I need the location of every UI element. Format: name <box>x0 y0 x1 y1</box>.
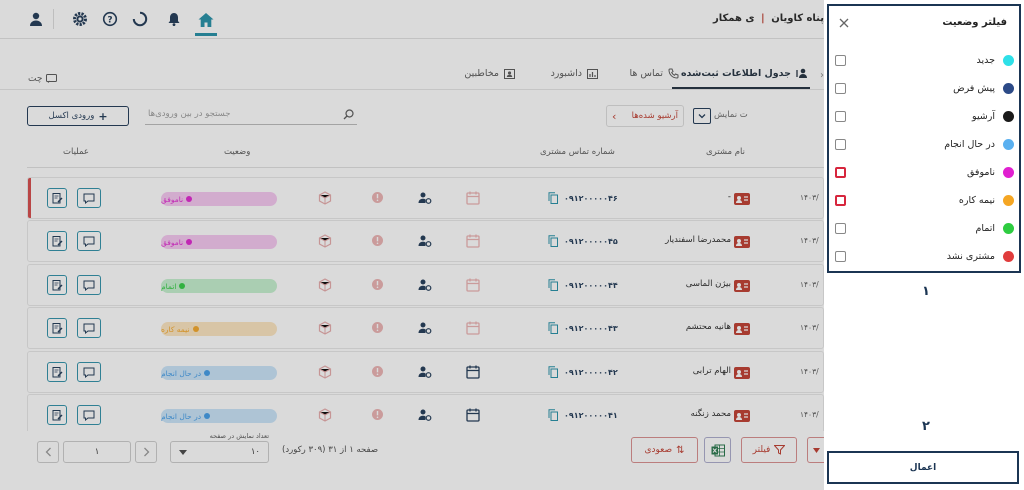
status-filter-panel: فیلتر وضعیت جدید پیش فرض آرشیو در حال ان… <box>824 0 1024 490</box>
filter-checkbox[interactable] <box>835 55 846 66</box>
filter-option-label: اتمام <box>975 223 995 234</box>
filter-checkbox[interactable] <box>835 223 846 234</box>
panel-title: فیلتر وضعیت <box>942 17 1007 28</box>
filter-checkbox[interactable] <box>835 111 846 122</box>
filter-option[interactable]: در حال انجام <box>829 137 1019 153</box>
filter-checkbox[interactable] <box>835 167 846 178</box>
filter-option[interactable]: پیش فرض <box>829 81 1019 97</box>
status-color-dot <box>1003 223 1014 234</box>
filter-option-label: مشتری نشد <box>946 251 995 262</box>
filter-option[interactable]: مشتری نشد <box>829 249 1019 265</box>
annotation-number-1: ۱ <box>922 284 930 299</box>
filter-option[interactable]: نیمه کاره <box>829 193 1019 209</box>
status-color-dot <box>1003 55 1014 66</box>
filter-checkbox[interactable] <box>835 251 846 262</box>
filter-checkbox[interactable] <box>835 195 846 206</box>
status-color-dot <box>1003 139 1014 150</box>
apply-button-highlight[interactable]: اعمال <box>827 451 1019 484</box>
filter-option[interactable]: آرشیو <box>829 109 1019 125</box>
status-color-dot <box>1003 251 1014 262</box>
apply-button[interactable]: اعمال <box>910 463 936 473</box>
status-color-dot <box>1003 83 1014 94</box>
filter-checkbox[interactable] <box>835 139 846 150</box>
filter-option-label: ناموفق <box>967 167 995 178</box>
filter-option-label: در حال انجام <box>944 139 995 150</box>
status-color-dot <box>1003 111 1014 122</box>
close-icon[interactable] <box>839 18 849 28</box>
filter-option-label: جدید <box>976 55 996 66</box>
filter-options-highlight: فیلتر وضعیت جدید پیش فرض آرشیو در حال ان… <box>827 4 1021 273</box>
filter-option-label: پیش فرض <box>953 83 995 94</box>
filter-option-label: آرشیو <box>972 111 995 122</box>
filter-option[interactable]: جدید <box>829 53 1019 69</box>
modal-backdrop[interactable] <box>0 0 824 490</box>
filter-option[interactable]: ناموفق <box>829 165 1019 181</box>
status-color-dot <box>1003 167 1014 178</box>
filter-option[interactable]: اتمام <box>829 221 1019 237</box>
filter-option-label: نیمه کاره <box>958 195 995 206</box>
status-color-dot <box>1003 195 1014 206</box>
filter-checkbox[interactable] <box>835 83 846 94</box>
annotation-number-2: ۲ <box>922 419 930 434</box>
